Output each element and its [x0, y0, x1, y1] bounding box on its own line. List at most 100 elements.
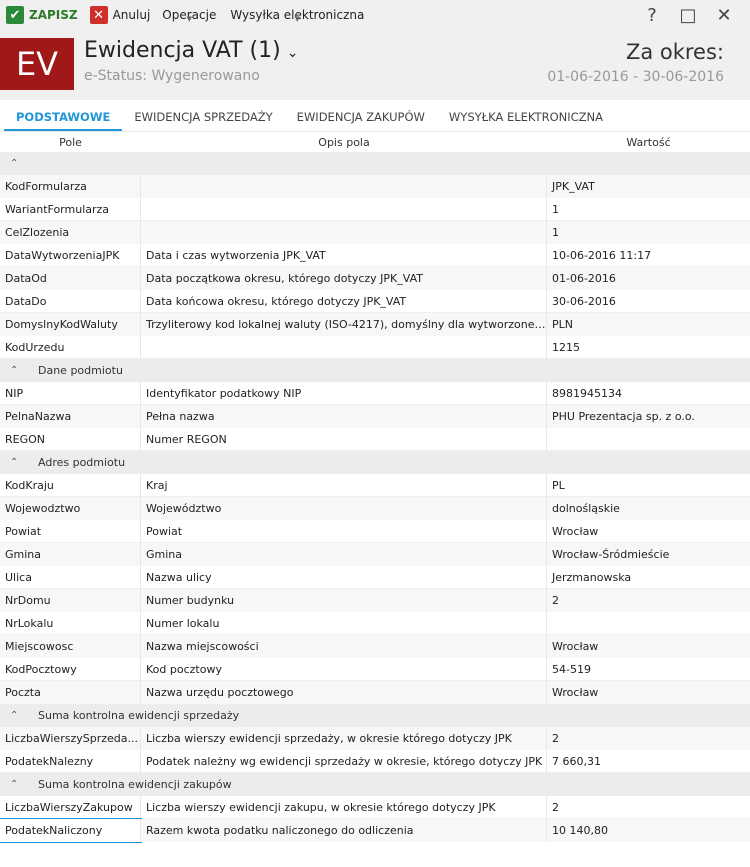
group-header[interactable]: ⌃ Dane podmiotu — [0, 359, 750, 382]
period-label: Za okres: — [625, 40, 724, 64]
field-cell: Poczta — [0, 680, 141, 704]
table-row[interactable]: WariantFormularza 1 — [0, 197, 750, 221]
tab-podstawowe[interactable]: PODSTAWOWE — [4, 103, 123, 131]
tab-bar: PODSTAWOWE EWIDENCJA SPRZEDAŻY EWIDENCJA… — [0, 100, 750, 132]
table-row[interactable]: Wojewodztwo Województwo dolnośląskie — [0, 496, 750, 520]
value-cell[interactable]: 01-06-2016 — [547, 266, 750, 290]
value-cell[interactable]: PL — [547, 474, 750, 497]
table-row[interactable]: KodUrzedu 1215 — [0, 335, 750, 359]
property-grid: ⌃ KodFormularza JPK_VAT WariantFormularza 1 C… — [0, 152, 750, 843]
value-cell[interactable]: 1 — [547, 198, 750, 221]
field-cell: REGON — [0, 427, 141, 451]
field-cell: NrDomu — [0, 588, 141, 612]
save-button[interactable]: ✔ ZAPISZ — [6, 0, 78, 30]
description-cell: Podatek należny wg ewidencji sprzedaży w… — [141, 749, 547, 773]
description-cell: Data końcowa okresu, którego dotyczy JPK… — [141, 289, 547, 313]
period-block: Za okres: 01-06-2016 - 30-06-2016 — [547, 40, 724, 100]
e-status-text: e-Status: Wygenerowano — [84, 68, 260, 84]
description-cell: Nazwa ulicy — [141, 565, 547, 589]
table-row[interactable]: PelnaNazwa Pełna nazwa PHU Prezentacja sp.… — [0, 404, 750, 428]
value-cell[interactable]: Wrocław — [547, 520, 750, 543]
table-row[interactable]: DomyslnyKodWaluty Trzyliterowy kod lokaln… — [0, 312, 750, 336]
value-cell[interactable]: PHU Prezentacja sp. z o.o. — [547, 404, 750, 428]
close-window-icon[interactable]: ✕ — [706, 5, 742, 26]
table-row[interactable]: KodFormularza JPK_VAT — [0, 174, 750, 198]
table-row[interactable]: Powiat Powiat Wrocław — [0, 519, 750, 543]
operations-menu[interactable]: Operacje ▼ — [162, 0, 216, 30]
table-row[interactable]: NrLokalu Numer lokalu — [0, 611, 750, 635]
send-menu[interactable]: Wysyłka elektroniczna ▼ — [230, 0, 364, 30]
field-cell: Miejscowosc — [0, 634, 141, 658]
value-cell[interactable]: Wrocław — [547, 680, 750, 704]
value-cell[interactable]: 8981945134 — [547, 382, 750, 405]
table-row[interactable]: NIP Identyfikator podatkowy NIP 8981945134 — [0, 381, 750, 405]
document-title-dropdown[interactable]: Ewidencja VAT (1) ⌄ — [84, 38, 298, 63]
table-row[interactable]: Gmina Gmina Wrocław-Śródmieście — [0, 542, 750, 566]
column-header-field[interactable]: Pole — [0, 136, 141, 149]
chevron-up-icon[interactable]: ⌃ — [10, 779, 26, 790]
description-cell: Identyfikator podatkowy NIP — [141, 381, 547, 405]
table-row[interactable]: KodPocztowy Kod pocztowy 54-519 — [0, 657, 750, 681]
value-cell[interactable]: 1 — [547, 220, 750, 244]
value-cell[interactable]: Wrocław-Śródmieście — [547, 542, 750, 566]
table-row[interactable]: KodKraju Kraj PL — [0, 473, 750, 497]
table-row[interactable]: LiczbaWierszySprzeda... Liczba wierszy ew… — [0, 726, 750, 750]
table-row[interactable]: CelZlozenia 1 — [0, 220, 750, 244]
field-cell: LiczbaWierszySprzeda... — [0, 726, 141, 750]
cancel-button[interactable]: ✕ Anuluj — [89, 0, 150, 30]
value-cell[interactable]: dolnośląskie — [547, 496, 750, 520]
table-row[interactable]: Miejscowosc Nazwa miejscowości Wrocław — [0, 634, 750, 658]
table-row[interactable]: NrDomu Numer budynku 2 — [0, 588, 750, 612]
table-row[interactable]: Ulica Nazwa ulicy Jerzmanowska — [0, 565, 750, 589]
maximize-icon[interactable]: □ — [670, 5, 706, 26]
value-cell[interactable]: 2 — [547, 588, 750, 612]
field-cell: DomyslnyKodWaluty — [0, 312, 141, 336]
description-cell: Pełna nazwa — [141, 404, 547, 428]
description-cell: Kod pocztowy — [141, 657, 547, 681]
value-cell[interactable]: 7 660,31 — [547, 750, 750, 773]
tab-ewidencja-zakupow[interactable]: EWIDENCJA ZAKUPÓW — [285, 103, 437, 131]
field-cell: Ulica — [0, 565, 141, 589]
field-cell: LiczbaWierszyZakupow — [0, 795, 141, 819]
chevron-up-icon[interactable]: ⌃ — [10, 365, 26, 376]
value-cell[interactable]: 30-06-2016 — [547, 290, 750, 313]
value-cell[interactable]: 54-519 — [547, 658, 750, 681]
description-cell: Trzyliterowy kod lokalnej waluty (ISO-42… — [141, 312, 547, 336]
value-cell[interactable]: 1215 — [547, 336, 750, 359]
value-cell[interactable]: Wrocław — [547, 634, 750, 658]
group-header[interactable]: ⌃ Suma kontrolna ewidencji zakupów — [0, 773, 750, 796]
description-cell: Kraj — [141, 473, 547, 497]
group-header[interactable]: ⌃ Adres podmiotu — [0, 451, 750, 474]
table-row[interactable]: DataOd Data początkowa okresu, którego do… — [0, 266, 750, 290]
tab-ewidencja-sprzedazy[interactable]: EWIDENCJA SPRZEDAŻY — [122, 103, 284, 131]
chevron-up-icon[interactable]: ⌃ — [10, 457, 26, 468]
group-title: Adres podmiotu — [38, 456, 126, 469]
value-cell[interactable]: 10 140,80 — [547, 818, 750, 842]
table-row[interactable]: PodatekNaliczony Razem kwota podatku nali… — [0, 817, 750, 843]
tab-wysylka-elektroniczna[interactable]: WYSYŁKA ELEKTRONICZNA — [437, 103, 615, 131]
value-cell[interactable] — [547, 428, 750, 451]
table-row[interactable]: Poczta Nazwa urzędu pocztowego Wrocław — [0, 680, 750, 704]
column-header-description[interactable]: Opis pola — [141, 136, 547, 149]
description-cell: Razem kwota podatku naliczonego do odlic… — [141, 818, 547, 842]
group-header[interactable]: ⌃ Suma kontrolna ewidencji sprzedaży — [0, 704, 750, 727]
table-row[interactable]: LiczbaWierszyZakupow Liczba wierszy ewide… — [0, 795, 750, 819]
value-cell[interactable]: JPK_VAT — [547, 174, 750, 198]
group-header[interactable]: ⌃ — [0, 152, 750, 175]
value-cell[interactable]: 2 — [547, 796, 750, 819]
value-cell[interactable]: PLN — [547, 312, 750, 336]
table-row[interactable]: REGON Numer REGON — [0, 427, 750, 451]
help-icon[interactable]: ? — [634, 5, 670, 26]
table-row[interactable]: DataDo Data końcowa okresu, którego dotyc… — [0, 289, 750, 313]
field-cell: DataWytworzeniaJPK — [0, 243, 141, 267]
table-row[interactable]: DataWytworzeniaJPK Data i czas wytworzeni… — [0, 243, 750, 267]
value-cell[interactable] — [547, 612, 750, 635]
chevron-up-icon[interactable]: ⌃ — [10, 710, 26, 721]
description-cell — [141, 174, 547, 198]
value-cell[interactable]: 2 — [547, 726, 750, 750]
table-row[interactable]: PodatekNalezny Podatek należny wg ewidenc… — [0, 749, 750, 773]
column-header-value[interactable]: Wartość — [547, 136, 750, 149]
value-cell[interactable]: 10-06-2016 11:17 — [547, 244, 750, 267]
chevron-up-icon[interactable]: ⌃ — [10, 158, 26, 169]
value-cell[interactable]: Jerzmanowska — [547, 566, 750, 589]
